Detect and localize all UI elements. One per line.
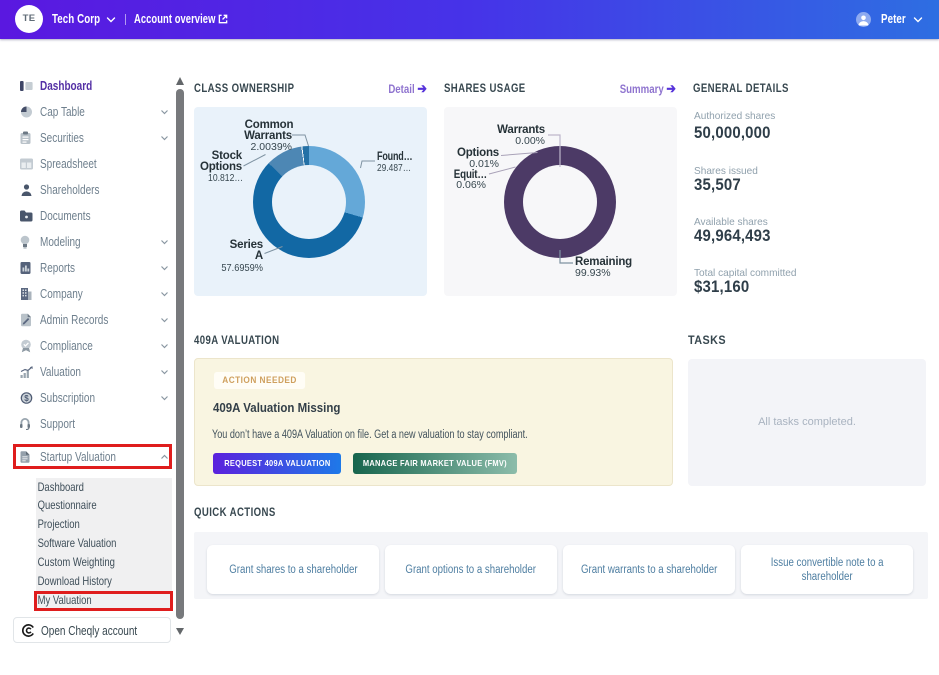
svg-text:$: $ — [24, 394, 29, 403]
